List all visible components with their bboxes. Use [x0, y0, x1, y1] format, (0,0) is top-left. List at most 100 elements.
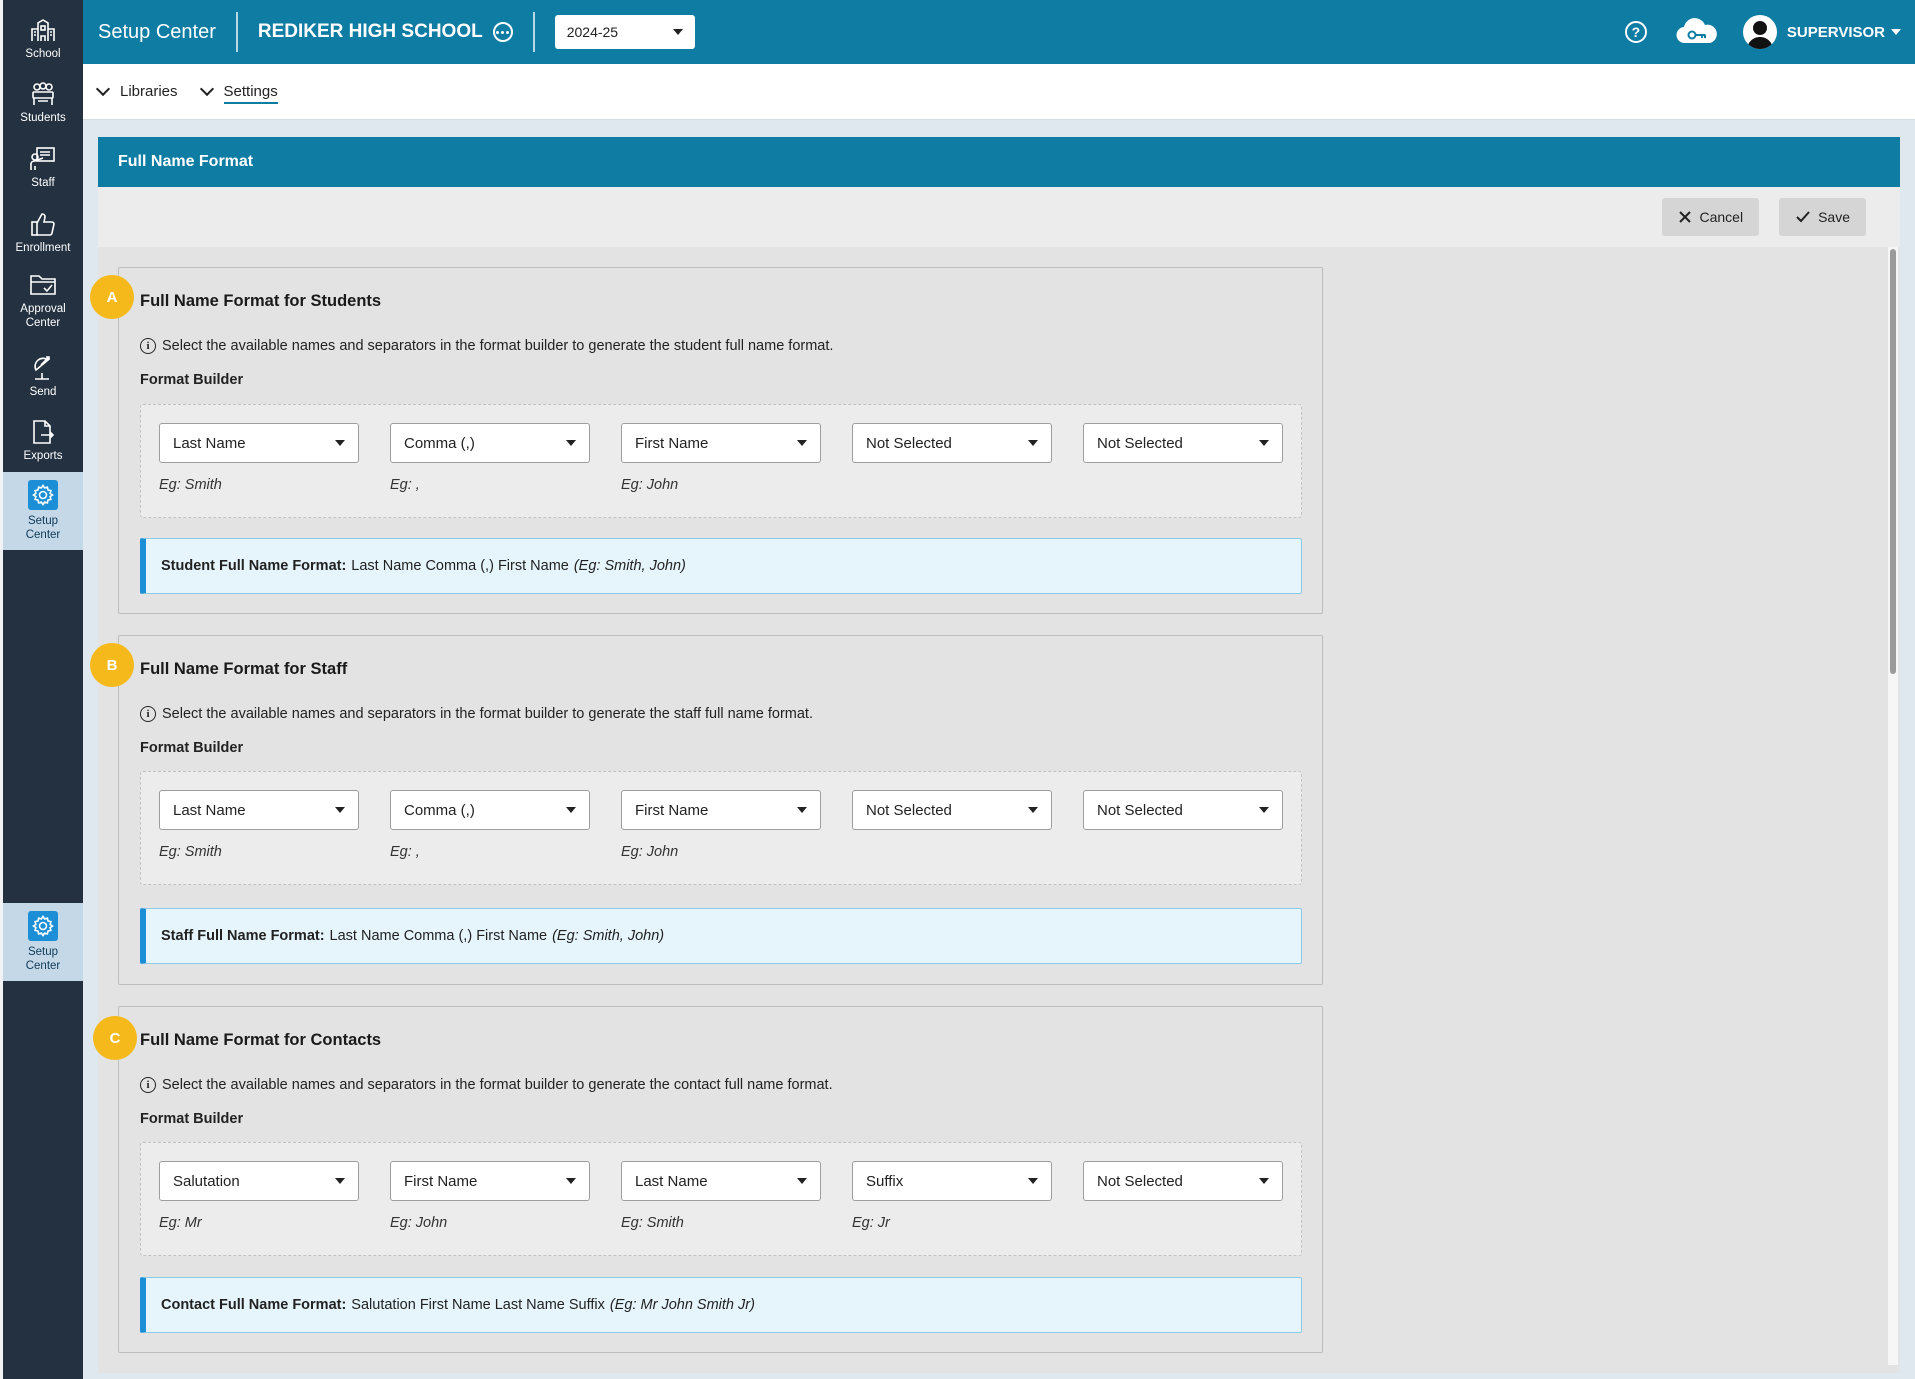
info-text: Select the available names and separator…: [162, 706, 813, 722]
example-text: Eg: John: [390, 1215, 448, 1231]
info-icon: i: [140, 706, 156, 722]
info-text: Select the available names and separator…: [162, 338, 834, 354]
sidebar-item-send[interactable]: Send: [3, 346, 83, 408]
result-example: (Eg: Smith, John): [552, 928, 665, 944]
scrollbar[interactable]: [1888, 247, 1898, 1365]
result-label: Student Full Name Format:: [161, 558, 347, 574]
format-slot-4: Suffix Eg: Jr: [852, 1161, 1052, 1231]
dropdown-value: Comma (,): [404, 434, 475, 452]
dropdown-value: Not Selected: [1097, 1172, 1183, 1190]
format-dropdown[interactable]: Not Selected: [852, 423, 1052, 463]
school-selector[interactable]: REDIKER HIGH SCHOOL: [238, 12, 535, 52]
info-icon: i: [140, 1077, 156, 1093]
help-icon[interactable]: ?: [1624, 21, 1647, 43]
sidebar-item-school[interactable]: School: [3, 8, 83, 70]
format-dropdown[interactable]: Comma (,): [390, 423, 590, 463]
sidebar-item-approval-center[interactable]: Approval Center: [3, 266, 83, 336]
dropdown-value: First Name: [635, 434, 709, 452]
user-menu[interactable]: SUPERVISOR: [1787, 24, 1901, 41]
format-dropdown[interactable]: Salutation: [159, 1161, 359, 1201]
caret-down-icon: [797, 807, 807, 813]
app-title: Setup Center: [83, 12, 238, 52]
format-dropdown[interactable]: Not Selected: [1083, 790, 1283, 830]
format-dropdown[interactable]: Last Name: [159, 423, 359, 463]
caret-down-icon: [335, 440, 345, 446]
format-slot-3: First Name Eg: John: [621, 790, 821, 860]
cancel-button[interactable]: Cancel: [1662, 198, 1760, 236]
chevron-down-icon: [199, 81, 214, 97]
format-dropdown[interactable]: First Name: [621, 790, 821, 830]
top-header: Setup Center REDIKER HIGH SCHOOL 2024-25…: [83, 0, 1915, 64]
gear-icon-box: [28, 480, 58, 510]
sidebar-bottom-setup-center[interactable]: Setup Center: [3, 903, 83, 981]
format-dropdown[interactable]: Last Name: [621, 1161, 821, 1201]
sidebar-item-label: Setup Center: [25, 515, 61, 541]
dropdown-value: Last Name: [173, 801, 246, 819]
format-slot-1: Last Name Eg: Smith: [159, 790, 359, 860]
chevron-down-icon: [95, 81, 111, 97]
more-options-icon[interactable]: [492, 22, 513, 42]
school-year-select[interactable]: 2024-25: [554, 15, 695, 49]
subnav-settings[interactable]: Settings: [199, 79, 278, 104]
format-slot-2: Comma (,) Eg: ,: [390, 790, 590, 860]
section-badge: B: [90, 643, 134, 687]
format-slot-4: Not Selected: [852, 790, 1052, 844]
sidebar-item-enrollment[interactable]: Enrollment: [3, 202, 83, 264]
format-slot-3: Last Name Eg: Smith: [621, 1161, 821, 1231]
subnav-settings-label: Settings: [223, 83, 278, 104]
format-dropdown[interactable]: Not Selected: [1083, 423, 1283, 463]
sidebar-item-exports[interactable]: Exports: [3, 410, 83, 472]
section-contacts: Full Name Format for Contacts i Select t…: [118, 1006, 1323, 1353]
format-dropdown[interactable]: First Name: [621, 423, 821, 463]
format-slot-3: First Name Eg: John: [621, 423, 821, 493]
sidebar-item-staff[interactable]: Staff: [3, 137, 83, 199]
caret-down-icon: [1891, 29, 1901, 35]
thumbs-up-icon: [31, 213, 55, 236]
example-text: Eg: ,: [390, 844, 420, 860]
result-value: Salutation First Name Last Name Suffix: [351, 1297, 605, 1313]
format-dropdown[interactable]: Suffix: [852, 1161, 1052, 1201]
subnav-libraries[interactable]: Libraries: [95, 81, 178, 100]
format-dropdown[interactable]: First Name: [390, 1161, 590, 1201]
caret-down-icon: [566, 1178, 576, 1184]
sidebar-item-setup-center[interactable]: Setup Center: [3, 472, 83, 550]
check-icon: [1796, 211, 1810, 223]
sidebar-item-label: Enrollment: [15, 242, 71, 254]
caret-down-icon: [1259, 807, 1269, 813]
dropdown-value: Not Selected: [866, 801, 952, 819]
dropdown-value: Not Selected: [1097, 801, 1183, 819]
format-slot-1: Last Name Eg: Smith: [159, 423, 359, 493]
format-dropdown[interactable]: Not Selected: [852, 790, 1052, 830]
dropdown-value: Last Name: [173, 434, 246, 452]
cloud-key-icon[interactable]: [1675, 17, 1719, 47]
sidebar-item-label: School: [25, 48, 61, 60]
section-title: Full Name Format for Contacts: [140, 1031, 382, 1049]
sidebar-item-students[interactable]: Students: [3, 72, 83, 134]
format-dropdown[interactable]: Last Name: [159, 790, 359, 830]
example-text: Eg: John: [621, 477, 679, 493]
caret-down-icon: [566, 807, 576, 813]
format-slot-5: Not Selected: [1083, 1161, 1283, 1215]
caret-down-icon: [335, 1178, 345, 1184]
dropdown-value: Not Selected: [866, 434, 952, 452]
section-badge: A: [90, 275, 134, 319]
caret-down-icon: [672, 29, 683, 35]
result-label: Staff Full Name Format:: [161, 928, 325, 944]
format-dropdown[interactable]: Comma (,): [390, 790, 590, 830]
sidebar-item-label: Setup Center: [25, 946, 61, 972]
save-button-label: Save: [1818, 209, 1850, 225]
example-text: Eg: Smith: [621, 1215, 684, 1231]
dropdown-value: Suffix: [866, 1172, 904, 1190]
result-example: (Eg: Mr John Smith Jr): [609, 1297, 755, 1313]
save-button[interactable]: Save: [1779, 198, 1866, 236]
avatar[interactable]: [1742, 15, 1777, 49]
scrollbar-thumb[interactable]: [1890, 249, 1896, 674]
panel-title: Full Name Format: [98, 137, 1900, 187]
action-bar: Cancel Save: [98, 187, 1900, 247]
format-builder: Last Name Eg: Smith Comma (,) Eg: , First …: [140, 771, 1302, 885]
info-icon: i: [140, 338, 156, 354]
format-builder-label: Format Builder: [140, 1111, 244, 1127]
format-dropdown[interactable]: Not Selected: [1083, 1161, 1283, 1201]
caret-down-icon: [1028, 807, 1038, 813]
format-slot-1: Salutation Eg: Mr: [159, 1161, 359, 1231]
